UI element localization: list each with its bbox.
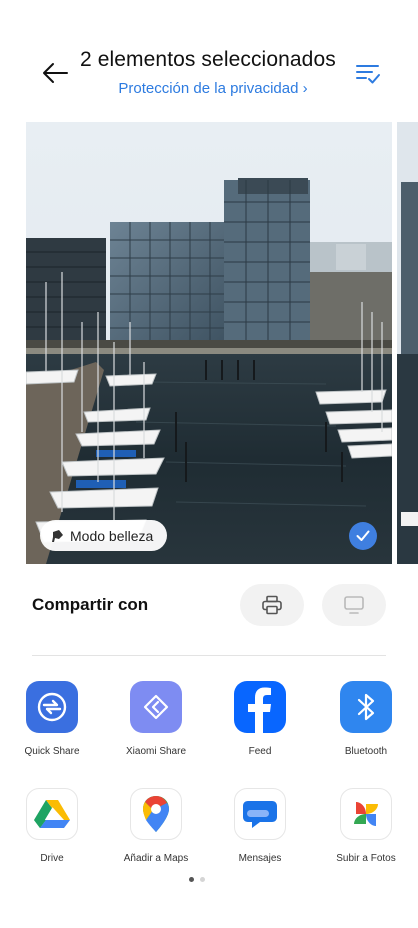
- print-button[interactable]: [240, 584, 304, 626]
- app-google-maps[interactable]: Añadir a Maps: [104, 788, 208, 864]
- facebook-icon: [234, 681, 286, 733]
- app-label: Subir a Fotos: [336, 853, 396, 864]
- selected-checkbox[interactable]: [349, 522, 377, 550]
- header: 2 elementos seleccionados Protección de …: [0, 0, 418, 120]
- checkmark-icon: [356, 530, 370, 541]
- quick-share-icon: [26, 681, 78, 733]
- page-title: 2 elementos seleccionados: [80, 48, 336, 71]
- sort-list-icon: [356, 65, 380, 84]
- page-dot[interactable]: [200, 877, 205, 882]
- share-with-title: Compartir con: [32, 595, 149, 614]
- page-dot-active: [189, 877, 194, 882]
- printer-icon: [262, 595, 282, 615]
- messages-icon: [234, 788, 286, 840]
- page-indicator: [189, 877, 205, 882]
- monitor-icon: [344, 596, 364, 614]
- app-google-drive[interactable]: Drive: [0, 788, 104, 864]
- app-facebook-feed[interactable]: Feed: [208, 681, 312, 757]
- google-drive-icon: [26, 788, 78, 840]
- selected-photo-preview[interactable]: [26, 122, 392, 564]
- next-photo-peek[interactable]: [397, 122, 418, 564]
- app-messages[interactable]: Mensajes: [208, 788, 312, 864]
- app-label: Quick Share: [24, 746, 80, 757]
- sort-options-button[interactable]: [354, 60, 382, 86]
- app-label: Mensajes: [238, 853, 282, 864]
- app-bluetooth[interactable]: Bluetooth: [314, 681, 418, 757]
- app-google-photos[interactable]: Subir a Fotos: [314, 788, 418, 864]
- xiaomi-share-icon: [130, 681, 182, 733]
- next-photo-thumbnail: [397, 122, 418, 564]
- app-label: Bluetooth: [344, 746, 388, 757]
- privacy-link-label: Protección de la privacidad: [118, 80, 299, 97]
- beauty-mode-label: Modo belleza: [70, 527, 154, 544]
- google-photos-icon: [340, 788, 392, 840]
- harbor-photo: [26, 122, 392, 564]
- app-xiaomi-share[interactable]: Xiaomi Share: [104, 681, 208, 757]
- cast-screen-button[interactable]: [322, 584, 386, 626]
- app-label: Añadir a Maps: [123, 853, 189, 864]
- app-label: Feed: [248, 746, 272, 757]
- app-label: Xiaomi Share: [125, 746, 187, 757]
- app-label: Drive: [40, 853, 64, 864]
- google-maps-icon: [130, 788, 182, 840]
- app-quick-share[interactable]: Quick Share: [0, 681, 104, 757]
- bluetooth-icon: [340, 681, 392, 733]
- chevron-right-icon: ›: [302, 80, 308, 97]
- divider: [32, 655, 386, 656]
- beauty-mode-icon: [52, 529, 63, 542]
- beauty-mode-badge[interactable]: Modo belleza: [40, 520, 168, 551]
